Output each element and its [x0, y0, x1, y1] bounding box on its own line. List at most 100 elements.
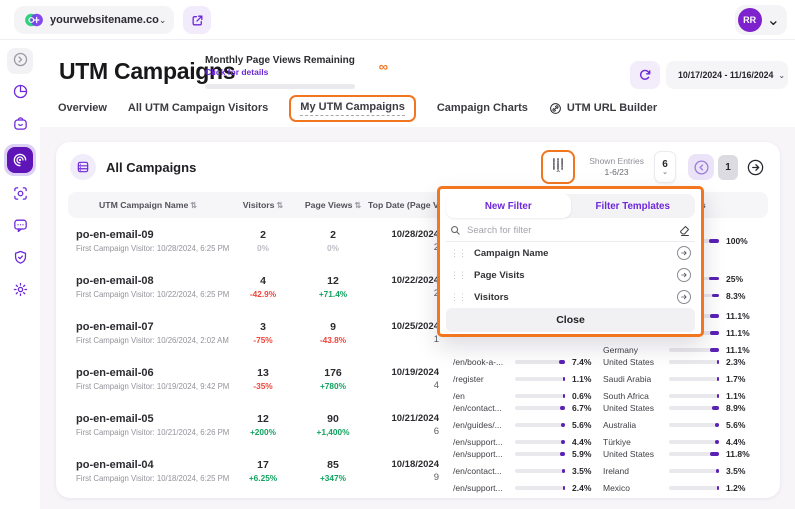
tab-all-utm-campaign-visitors[interactable]: All UTM Campaign Visitors [128, 102, 268, 114]
eraser-icon[interactable] [679, 225, 691, 237]
percentage-bar-fill [716, 469, 719, 473]
filter-option-page-visits[interactable]: ⋮⋮Page Visits [446, 264, 695, 286]
percentage-bar-fill [712, 406, 719, 410]
top-page-cell: /en/book-a-...7.4%/register1.1%/en0.6% [453, 356, 603, 402]
filter-button[interactable]: ⌃ [541, 150, 575, 184]
sidebar-item-settings[interactable] [7, 278, 33, 304]
country-cell: United States11.8%Ireland3.5%Mexico1.2% [603, 448, 768, 494]
tab-utm-url-builder[interactable]: UTM URL Builder [549, 102, 657, 115]
tab-label: Overview [58, 102, 107, 114]
percentage-bar-fill [562, 469, 565, 473]
country-cell: United States8.9%Australia5.6%Türkiye4.4… [603, 402, 768, 448]
filter-option-visitors[interactable]: ⋮⋮Visitors [446, 286, 695, 308]
country-entry: United States8.9% [603, 402, 768, 414]
country-label: Australia [603, 420, 667, 430]
first-visitor-subtitle: First Campaign Visitor: 10/19/2024, 9:42… [76, 382, 228, 391]
percentage-bar [669, 406, 719, 410]
sidebar-item-analytics[interactable] [7, 80, 33, 106]
country-label: Saudi Arabia [603, 374, 667, 384]
next-page-button[interactable] [742, 154, 768, 180]
country-entry: South Africa1.1% [603, 390, 768, 402]
table-row[interactable]: po-en-email-06 First Campaign Visitor: 10… [68, 356, 768, 402]
tab-my-utm-campaigns[interactable]: My UTM Campaigns [289, 95, 416, 122]
arrow-right-circle-icon[interactable] [677, 246, 691, 260]
drag-handle-icon[interactable]: ⋮⋮ [450, 292, 466, 303]
drag-handle-icon[interactable]: ⋮⋮ [450, 248, 466, 259]
refresh-button[interactable] [630, 61, 660, 89]
sort-icon: ⇅ [354, 201, 361, 210]
top-date-value: 10/19/2024 [368, 367, 439, 378]
table-row[interactable]: po-en-email-04First Campaign Visitor: 10… [68, 448, 768, 494]
filter-option-label: Campaign Name [474, 248, 677, 259]
top-date-value: 10/25/2024 [368, 321, 439, 332]
page-number[interactable]: 1 [718, 155, 738, 180]
site-selector[interactable]: yourwebsitename.co ⌄ [14, 6, 174, 34]
filter-search-input[interactable] [467, 225, 673, 236]
card-header: All Campaigns ⌃ Shown Entries 1-6/23 6 ⌄… [56, 142, 780, 192]
country-percentage: 1.7% [726, 374, 745, 384]
page-views-value: 90 [298, 413, 368, 425]
column-header-utm-campaign-name[interactable]: UTM Campaign Name⇅ [68, 200, 228, 210]
campaign-name-cell: po-en-email-04First Campaign Visitor: 10… [68, 459, 228, 483]
percentage-bar-fill [717, 486, 719, 490]
campaign-name: po-en-email-09 [76, 229, 228, 241]
chevron-down-icon: ⌄ [778, 71, 785, 80]
site-logo-icon [24, 12, 44, 28]
filter-option-campaign-name[interactable]: ⋮⋮ Campaign Name [446, 242, 695, 264]
top-page-entry: /en/contact...3.5% [453, 465, 603, 477]
sidebar-item-messages[interactable] [7, 214, 33, 240]
page-views-cell: 20% [298, 229, 368, 253]
sort-icon: ⇅ [277, 201, 284, 210]
country-cell: United States2.3%Saudi Arabia1.7%South A… [603, 356, 768, 402]
previous-page-button[interactable] [688, 154, 714, 180]
first-visitor-subtitle: First Campaign Visitor: 10/18/2024, 6:25… [76, 474, 228, 483]
top-page-entry: /en/book-a-...7.4% [453, 356, 603, 368]
top-page-percentage: 5.6% [572, 420, 591, 430]
user-menu[interactable]: RR ⌄ [735, 5, 787, 35]
tab-bar: Overview All UTM Campaign Visitors My UTM … [58, 95, 657, 121]
top-page-label: /en/support... [453, 483, 513, 493]
top-date-cell: 10/18/20249 [368, 459, 453, 483]
page-size-select[interactable]: 6 ⌄ [654, 151, 676, 183]
top-page-label: /en/support... [453, 449, 513, 459]
country-percentage: 1.2% [726, 483, 745, 493]
date-range-picker[interactable]: 10/17/2024 - 11/16/2024 ⌄ [666, 61, 788, 89]
close-filter-button[interactable]: Close [446, 308, 695, 332]
quota-details-link[interactable]: Click for details [205, 67, 360, 77]
tab-campaign-charts[interactable]: Campaign Charts [437, 102, 528, 114]
column-header-page-views[interactable]: Page Views⇅ [298, 200, 368, 210]
sidebar-item-privacy[interactable] [7, 246, 33, 272]
sidebar-item-inbox[interactable] [7, 112, 33, 138]
drag-handle-icon[interactable]: ⋮⋮ [450, 270, 466, 281]
column-header-visitors[interactable]: Visitors⇅ [228, 200, 298, 210]
filter-popup-tab-filter-templates[interactable]: Filter Templates [571, 194, 696, 218]
chevron-down-icon: ⌄ [662, 170, 668, 175]
arrow-right-circle-icon[interactable] [677, 268, 691, 282]
sidebar-item-tracking[interactable] [7, 182, 33, 208]
filter-popup-tab-new-filter[interactable]: New Filter [446, 194, 571, 218]
arrow-right-circle-icon[interactable] [677, 290, 691, 304]
sidebar-item-utm-campaigns[interactable] [4, 144, 36, 176]
tab-overview[interactable]: Overview [58, 102, 107, 114]
percentage-bar [669, 348, 719, 352]
open-website-button[interactable] [183, 6, 211, 34]
first-visitor-subtitle: First Campaign Visitor: 10/22/2024, 6:25… [76, 290, 228, 299]
page-views-cell: 90+1,400% [298, 413, 368, 437]
visitors-change: +200% [228, 427, 298, 437]
visitors-change: 0% [228, 243, 298, 253]
visitors-cell: 13-35% [228, 367, 298, 391]
visitors-value: 4 [228, 275, 298, 287]
visitors-cell: 4-42.9% [228, 275, 298, 299]
inbox-icon [12, 115, 29, 135]
search-icon [450, 225, 461, 236]
percentage-bar-fill [560, 406, 565, 410]
shown-entries: Shown Entries 1-6/23 [589, 156, 644, 179]
top-date-count: 9 [368, 472, 439, 483]
column-label: Visitors [243, 200, 275, 210]
sidebar-item-toggle[interactable] [7, 48, 33, 74]
percentage-bar [669, 440, 719, 444]
table-row[interactable]: po-en-email-05First Campaign Visitor: 10… [68, 402, 768, 448]
campaign-name: po-en-email-06 [76, 367, 228, 379]
analytics-icon [12, 83, 29, 103]
section-title: All Campaigns [106, 160, 541, 175]
